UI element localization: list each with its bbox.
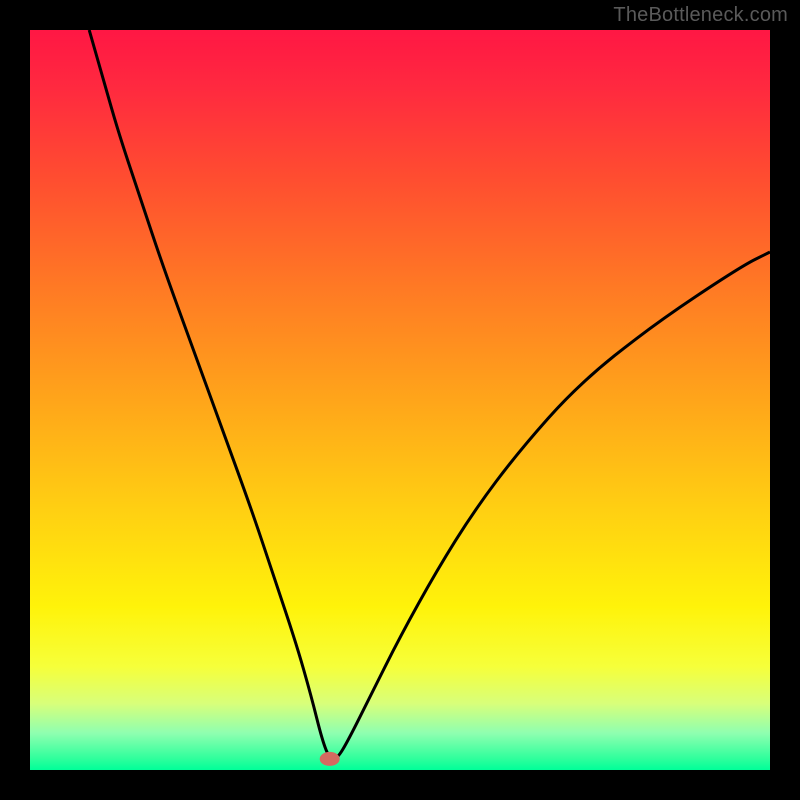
bottleneck-plot [0, 0, 800, 800]
watermark-text: TheBottleneck.com [613, 4, 788, 27]
chart-frame: TheBottleneck.com [0, 0, 800, 800]
optimum-marker [320, 752, 340, 766]
plot-background [30, 30, 770, 770]
